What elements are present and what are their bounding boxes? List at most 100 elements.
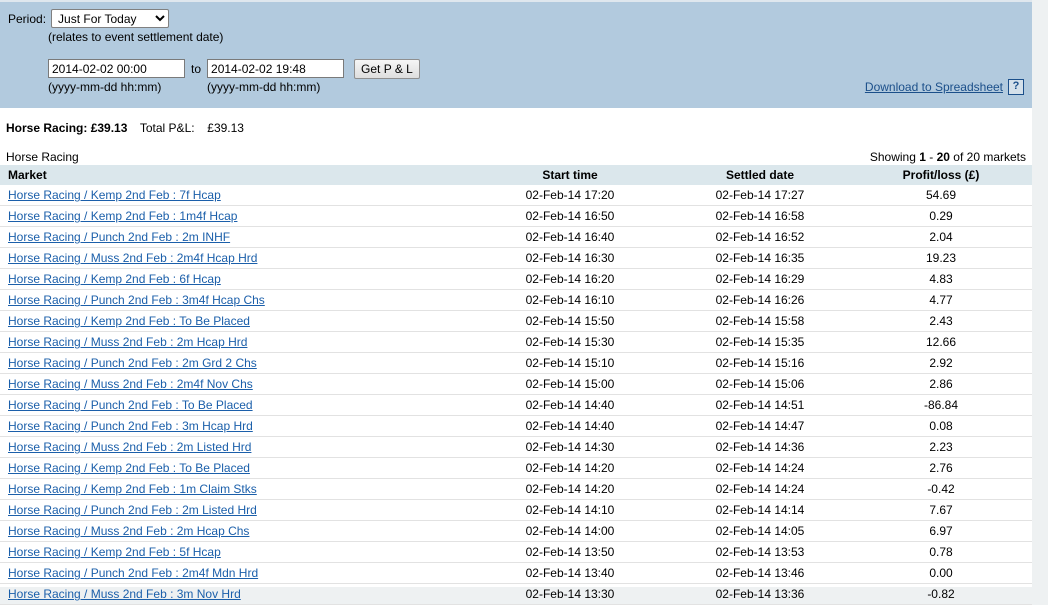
- cell-market: Horse Racing / Punch 2nd Feb : 3m Hcap H…: [0, 415, 470, 437]
- cell-start-time: 02-Feb-14 16:20: [470, 268, 670, 290]
- cell-settled-date: 02-Feb-14 15:58: [670, 310, 850, 332]
- cell-profit-loss: 0.08: [850, 415, 1032, 437]
- cell-profit-loss: 0.78: [850, 541, 1032, 563]
- cell-start-time: 02-Feb-14 16:30: [470, 247, 670, 269]
- market-link[interactable]: Horse Racing / Muss 2nd Feb : 2m Hcap Ch…: [8, 524, 249, 538]
- table-row: Horse Racing / Punch 2nd Feb : 2m Grd 2 …: [0, 352, 1032, 374]
- cell-settled-date: 02-Feb-14 14:24: [670, 457, 850, 479]
- cell-profit-loss: 2.86: [850, 373, 1032, 395]
- results-content: Horse Racing: £39.13 Total P&L: £39.13 H…: [0, 108, 1032, 605]
- cell-profit-loss: 54.69: [850, 185, 1032, 206]
- cell-start-time: 02-Feb-14 16:10: [470, 289, 670, 311]
- market-link[interactable]: Horse Racing / Kemp 2nd Feb : 5f Hcap: [8, 545, 221, 559]
- cell-market: Horse Racing / Kemp 2nd Feb : 7f Hcap: [0, 185, 470, 206]
- cell-market: Horse Racing / Muss 2nd Feb : 2m4f Nov C…: [0, 373, 470, 395]
- cell-market: Horse Racing / Kemp 2nd Feb : 1m Claim S…: [0, 478, 470, 500]
- cell-profit-loss: 2.23: [850, 436, 1032, 458]
- get-pl-button[interactable]: Get P & L: [354, 59, 420, 79]
- cell-start-time: 02-Feb-14 15:50: [470, 310, 670, 332]
- cell-market: Horse Racing / Muss 2nd Feb : 2m Hcap Ch…: [0, 520, 470, 542]
- table-head: Market Start time Settled date Profit/lo…: [0, 165, 1032, 185]
- cell-start-time: 02-Feb-14 17:20: [470, 185, 670, 206]
- showing-prefix: Showing: [869, 150, 916, 164]
- market-link[interactable]: Horse Racing / Kemp 2nd Feb : 7f Hcap: [8, 188, 221, 202]
- market-link[interactable]: Horse Racing / Punch 2nd Feb : 3m4f Hcap…: [8, 293, 265, 307]
- cell-profit-loss: 4.83: [850, 268, 1032, 290]
- cell-start-time: 02-Feb-14 15:10: [470, 352, 670, 374]
- showing-from: 1: [919, 150, 926, 164]
- column-header-profit-loss[interactable]: Profit/loss (£): [850, 165, 1032, 185]
- cell-profit-loss: -0.42: [850, 478, 1032, 500]
- market-link[interactable]: Horse Racing / Punch 2nd Feb : 2m4f Mdn …: [8, 566, 258, 580]
- table-row: Horse Racing / Kemp 2nd Feb : To Be Plac…: [0, 310, 1032, 332]
- market-link[interactable]: Horse Racing / Muss 2nd Feb : 3m Nov Hrd: [8, 587, 241, 601]
- settlement-date-hint: (relates to event settlement date): [48, 30, 224, 44]
- totals-line: Horse Racing: £39.13 Total P&L: £39.13: [6, 121, 244, 135]
- market-link[interactable]: Horse Racing / Kemp 2nd Feb : 6f Hcap: [8, 272, 221, 286]
- cell-profit-loss: 2.43: [850, 310, 1032, 332]
- profit-loss-table: Market Start time Settled date Profit/lo…: [0, 165, 1032, 605]
- cell-settled-date: 02-Feb-14 16:35: [670, 247, 850, 269]
- cell-settled-date: 02-Feb-14 14:14: [670, 499, 850, 521]
- cell-market: Horse Racing / Punch 2nd Feb : 3m4f Hcap…: [0, 289, 470, 311]
- table-row: Horse Racing / Kemp 2nd Feb : 5f Hcap 02-…: [0, 541, 1032, 563]
- column-header-market[interactable]: Market: [0, 165, 470, 185]
- table-row: Horse Racing / Muss 2nd Feb : 2m4f Hcap …: [0, 247, 1032, 269]
- cell-start-time: 02-Feb-14 14:10: [470, 499, 670, 521]
- date-from-input[interactable]: [48, 59, 185, 78]
- market-link[interactable]: Horse Racing / Kemp 2nd Feb : 1m Claim S…: [8, 482, 257, 496]
- table-row: Horse Racing / Muss 2nd Feb : 2m4f Nov C…: [0, 373, 1032, 395]
- cell-market: Horse Racing / Muss 2nd Feb : 2m Listed …: [0, 436, 470, 458]
- totals-category-amount: £39.13: [90, 121, 128, 135]
- market-link[interactable]: Horse Racing / Kemp 2nd Feb : To Be Plac…: [8, 461, 250, 475]
- cell-start-time: 02-Feb-14 15:00: [470, 373, 670, 395]
- market-link[interactable]: Horse Racing / Kemp 2nd Feb : 1m4f Hcap: [8, 209, 237, 223]
- cell-settled-date: 02-Feb-14 14:05: [670, 520, 850, 542]
- cell-profit-loss: 2.04: [850, 226, 1032, 248]
- market-link[interactable]: Horse Racing / Muss 2nd Feb : 2m Listed …: [8, 440, 251, 454]
- cell-market: Horse Racing / Muss 2nd Feb : 2m Hcap Hr…: [0, 331, 470, 353]
- market-link[interactable]: Horse Racing / Kemp 2nd Feb : To Be Plac…: [8, 314, 250, 328]
- period-select[interactable]: Just For Today: [51, 9, 170, 28]
- date-to-input[interactable]: [207, 59, 345, 78]
- cell-settled-date: 02-Feb-14 16:26: [670, 289, 850, 311]
- market-link[interactable]: Horse Racing / Punch 2nd Feb : 2m Listed…: [8, 503, 257, 517]
- table-row: Horse Racing / Punch 2nd Feb : 3m4f Hcap…: [0, 289, 1032, 311]
- cell-settled-date: 02-Feb-14 16:58: [670, 205, 850, 227]
- cell-profit-loss: 6.97: [850, 520, 1032, 542]
- market-link[interactable]: Horse Racing / Punch 2nd Feb : 2m Grd 2 …: [8, 356, 257, 370]
- showing-suffix: of 20 markets: [953, 150, 1026, 164]
- totals-category-label: Horse Racing:: [6, 121, 88, 135]
- download-to-spreadsheet-link[interactable]: Download to Spreadsheet: [865, 80, 1003, 94]
- period-row: Period: Just For Today: [8, 9, 170, 28]
- market-link[interactable]: Horse Racing / Muss 2nd Feb : 2m4f Nov C…: [8, 377, 253, 391]
- table-row: Horse Racing / Kemp 2nd Feb : 7f Hcap 02-…: [0, 185, 1032, 206]
- column-header-settled-date[interactable]: Settled date: [670, 165, 850, 185]
- market-link[interactable]: Horse Racing / Punch 2nd Feb : 3m Hcap H…: [8, 419, 253, 433]
- help-icon[interactable]: ?: [1008, 79, 1024, 95]
- column-header-start-time[interactable]: Start time: [470, 165, 670, 185]
- table-row: Horse Racing / Punch 2nd Feb : To Be Pla…: [0, 394, 1032, 416]
- cell-market: Horse Racing / Punch 2nd Feb : 2m4f Mdn …: [0, 562, 470, 584]
- market-link[interactable]: Horse Racing / Punch 2nd Feb : To Be Pla…: [8, 398, 253, 412]
- cell-profit-loss: 0.29: [850, 205, 1032, 227]
- cell-start-time: 02-Feb-14 14:20: [470, 457, 670, 479]
- cell-start-time: 02-Feb-14 14:20: [470, 478, 670, 500]
- table-row: Horse Racing / Punch 2nd Feb : 2m4f Mdn …: [0, 562, 1032, 584]
- cell-settled-date: 02-Feb-14 13:53: [670, 541, 850, 563]
- showing-dash: -: [929, 150, 934, 164]
- cell-profit-loss: 2.92: [850, 352, 1032, 374]
- market-link[interactable]: Horse Racing / Muss 2nd Feb : 2m Hcap Hr…: [8, 335, 247, 349]
- cell-market: Horse Racing / Kemp 2nd Feb : 5f Hcap: [0, 541, 470, 563]
- table-row: Horse Racing / Punch 2nd Feb : 2m Listed…: [0, 499, 1032, 521]
- table-row: Horse Racing / Kemp 2nd Feb : To Be Plac…: [0, 457, 1032, 479]
- cell-market: Horse Racing / Kemp 2nd Feb : To Be Plac…: [0, 310, 470, 332]
- cell-settled-date: 02-Feb-14 15:35: [670, 331, 850, 353]
- cell-profit-loss: 12.66: [850, 331, 1032, 353]
- market-link[interactable]: Horse Racing / Muss 2nd Feb : 2m4f Hcap …: [8, 251, 257, 265]
- market-link[interactable]: Horse Racing / Punch 2nd Feb : 2m INHF: [8, 230, 230, 244]
- table-row: Horse Racing / Muss 2nd Feb : 2m Hcap Ch…: [0, 520, 1032, 542]
- cell-start-time: 02-Feb-14 14:30: [470, 436, 670, 458]
- cell-profit-loss: -86.84: [850, 394, 1032, 416]
- cell-start-time: 02-Feb-14 14:40: [470, 394, 670, 416]
